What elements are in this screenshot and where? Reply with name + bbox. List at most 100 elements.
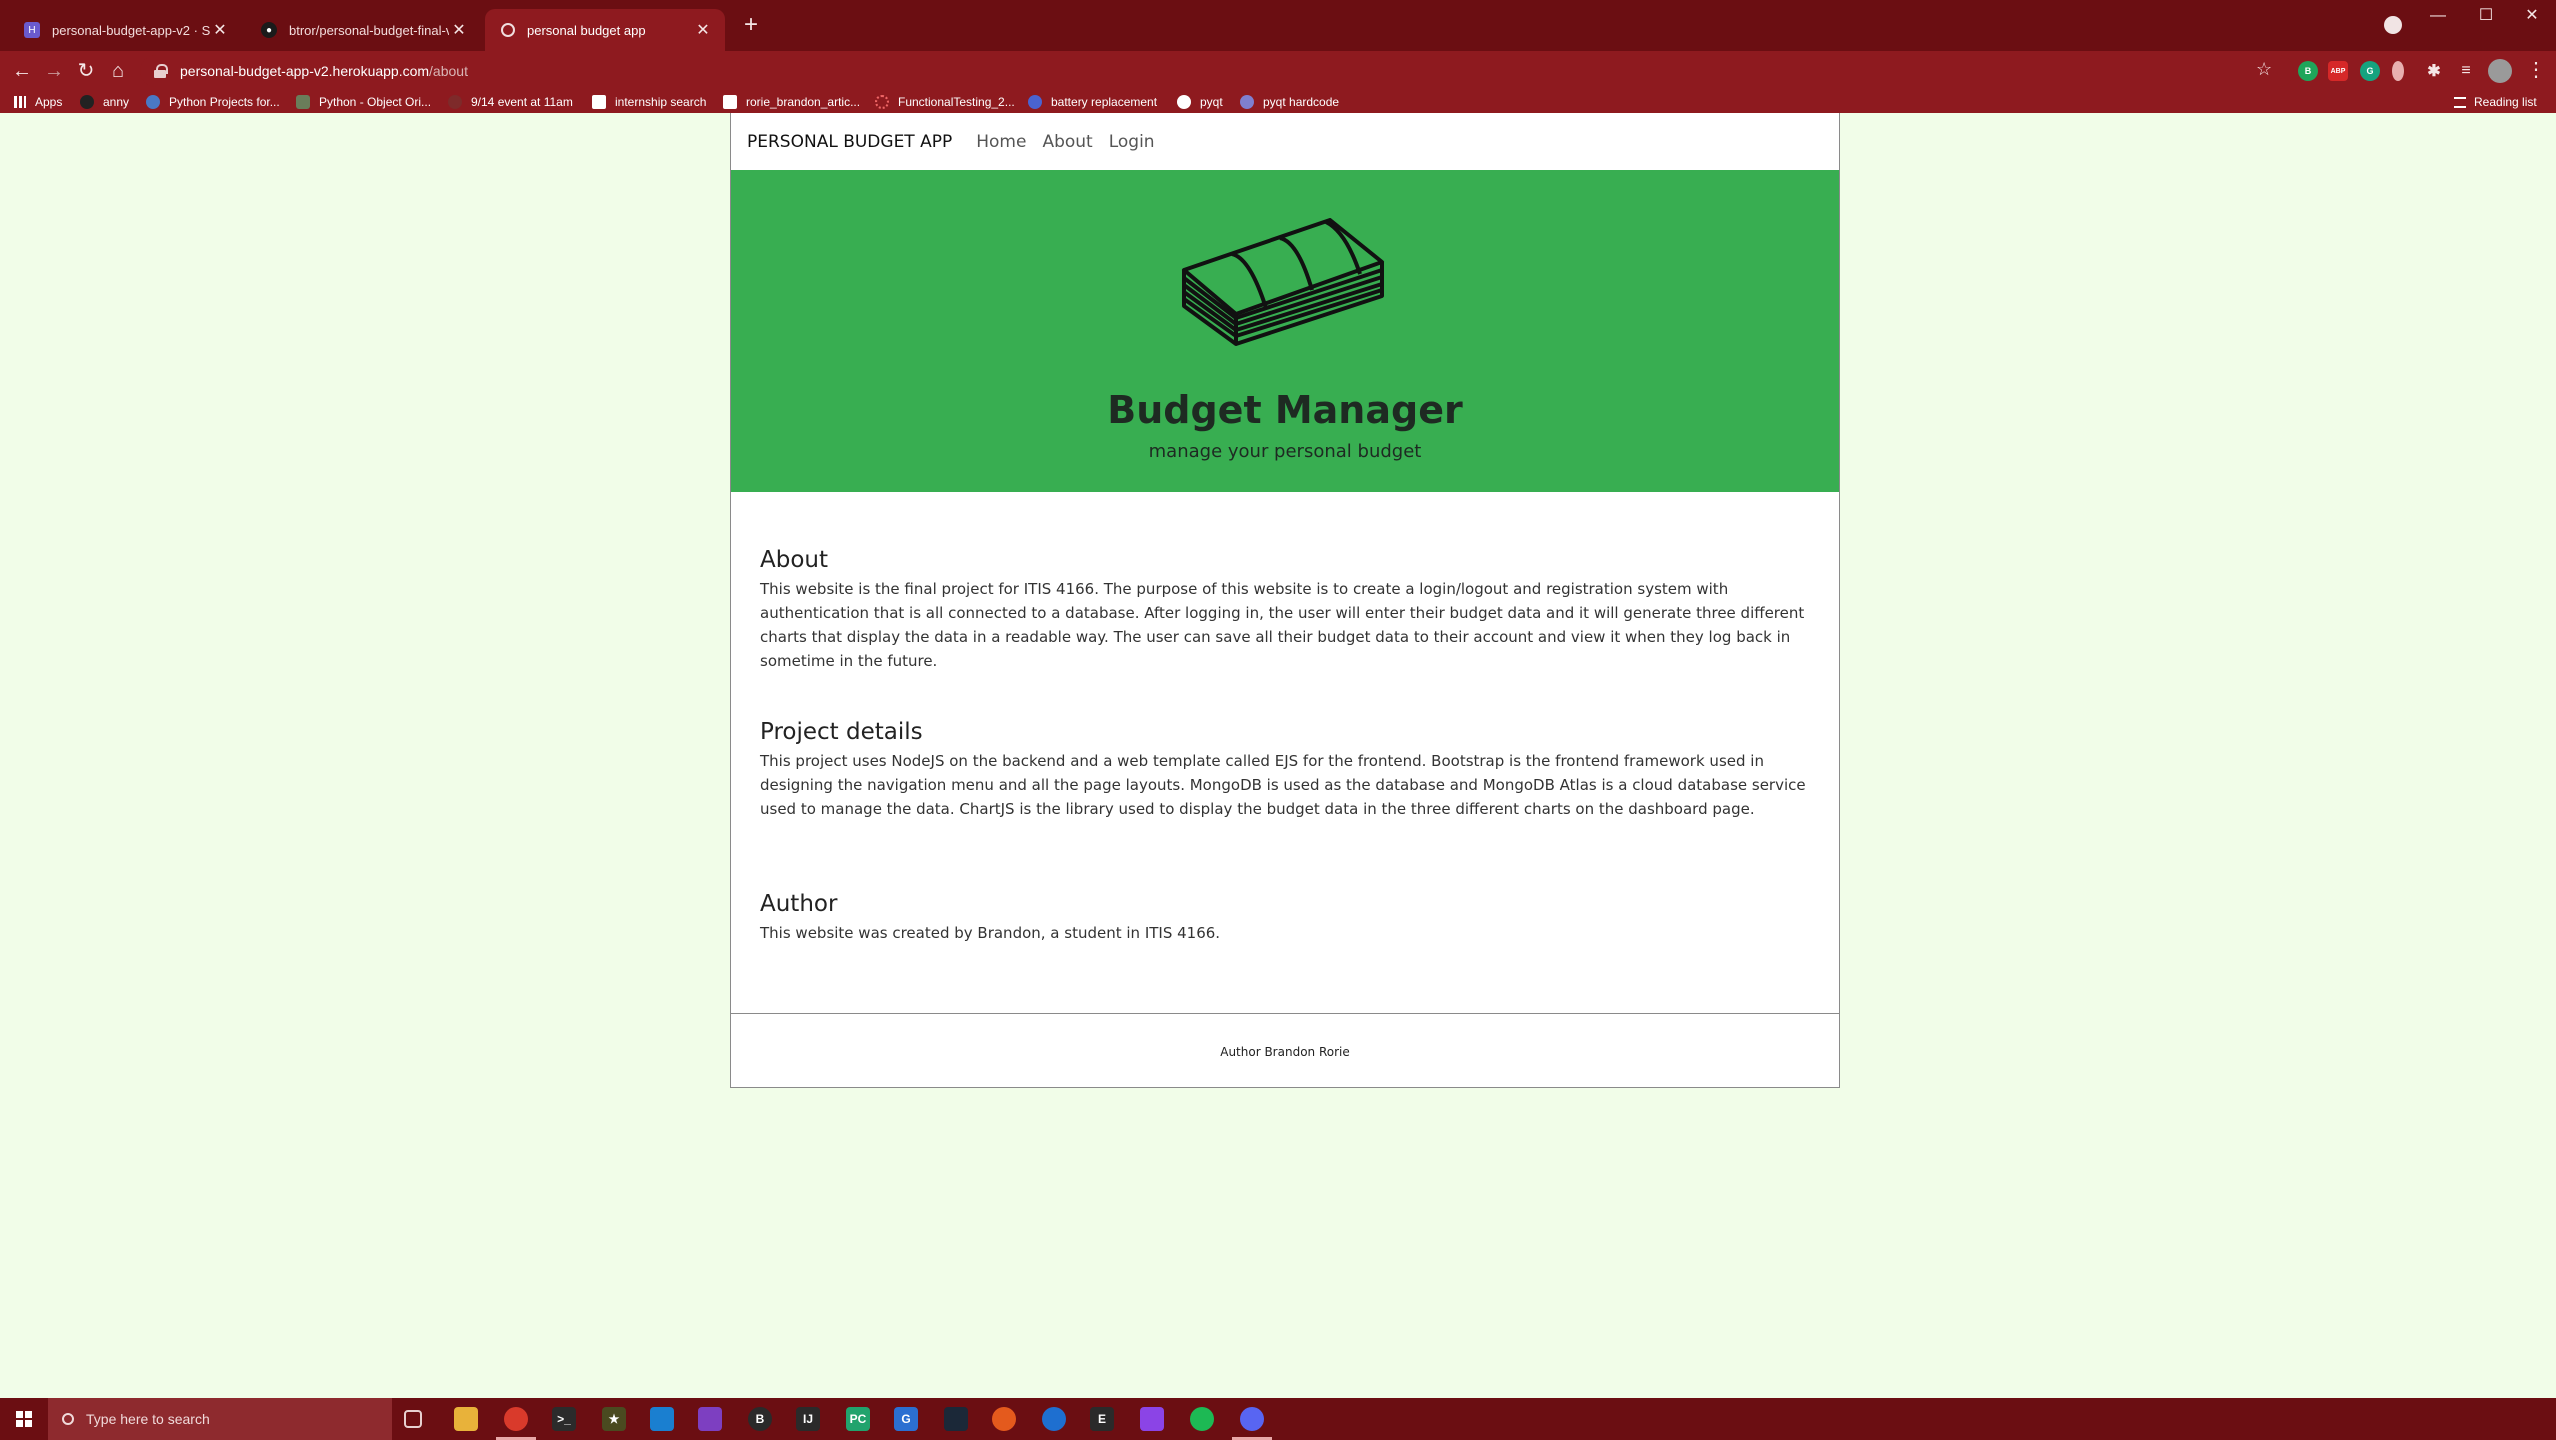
windows-logo-icon [16,1411,32,1427]
visual-studio-icon[interactable] [698,1407,722,1431]
terminal-icon[interactable]: >_ [552,1407,576,1431]
steam-icon[interactable] [944,1407,968,1431]
extension-icon[interactable] [2392,61,2404,81]
app-icon[interactable]: B [748,1407,772,1431]
twitch-icon[interactable] [1140,1407,1164,1431]
bookmark-item[interactable]: rorie_brandon_artic... [723,92,860,112]
tab-search-icon[interactable] [2384,16,2402,34]
section-body: This website is the final project for IT… [760,580,1805,670]
section-heading: Project details [760,719,923,745]
bookmark-icon [875,95,889,109]
page-container: PERSONAL BUDGET APP Home About Login Bud… [730,113,1840,1088]
chrome-icon[interactable] [504,1407,528,1431]
lock-icon [154,64,168,78]
close-icon[interactable]: ✕ [693,20,713,40]
spotify-icon[interactable] [1190,1407,1214,1431]
reload-button[interactable]: ↻ [72,57,100,85]
new-tab-button[interactable]: + [737,11,765,39]
tab-heroku-settings[interactable]: H personal-budget-app-v2 · Settings ✕ [8,9,242,51]
hero-subtitle: manage your personal budget [1148,441,1422,462]
forward-button[interactable]: → [40,57,68,85]
task-view-icon[interactable] [404,1410,422,1428]
bookmark-icon [296,95,310,109]
nav-link-home[interactable]: Home [976,132,1026,152]
heroku-icon: H [24,22,40,38]
vscode-icon[interactable] [650,1407,674,1431]
back-button[interactable]: ← [8,57,36,85]
bookmark-apps[interactable]: Apps [14,92,62,112]
epic-games-icon[interactable]: E [1090,1407,1114,1431]
bookmark-icon [80,95,94,109]
browser-toolbar: ← → ↻ ⌂ personal-budget-app-v2.herokuapp… [0,51,2556,91]
home-button[interactable]: ⌂ [104,57,132,85]
pycharm-icon[interactable]: PC [846,1407,870,1431]
footer-author: Author Brandon Rorie [1220,1045,1350,1059]
search-icon [62,1413,74,1425]
adblock-icon[interactable]: ABP [2328,61,2348,81]
bookmark-item[interactable]: pyqt hardcode [1240,92,1339,112]
maximize-button[interactable]: ☐ [2462,0,2510,32]
globe-icon [501,23,515,37]
navbar-brand[interactable]: PERSONAL BUDGET APP [747,132,952,152]
section-heading: About [760,547,829,573]
bookmark-item[interactable]: anny [80,92,129,112]
site-navbar: PERSONAL BUDGET APP Home About Login [731,113,1839,170]
close-icon[interactable]: ✕ [449,20,469,40]
hero-title: Budget Manager [1107,388,1463,432]
origin-icon[interactable] [992,1407,1016,1431]
extension-icon[interactable]: B [2298,61,2318,81]
bookmark-icon [1177,95,1191,109]
section-body: This website was created by Brandon, a s… [760,924,1221,942]
taskbar-search[interactable]: Type here to search [48,1398,392,1440]
document-icon [592,95,606,109]
bookmark-item[interactable]: 9/14 event at 11am [448,92,573,112]
author-section: Author This website was created by Brand… [760,891,1820,945]
bookmark-icon [146,95,160,109]
bookmark-star-icon[interactable]: ☆ [2256,59,2272,80]
hero-banner: Budget Manager manage your personal budg… [731,170,1839,492]
close-icon[interactable]: ✕ [210,20,230,40]
nav-link-about[interactable]: About [1042,132,1092,152]
bookmark-icon [448,95,462,109]
browser-tab-strip: H personal-budget-app-v2 · Settings ✕ ● … [0,0,2556,51]
bookmark-icon [1240,95,1254,109]
window-close-button[interactable]: ✕ [2508,0,2556,32]
start-button[interactable] [0,1398,48,1440]
media-icon[interactable]: ≡ [2456,61,2476,81]
avatar[interactable] [2488,59,2512,83]
money-stack-icon [1182,218,1384,346]
nav-link-login[interactable]: Login [1109,132,1155,152]
section-heading: Author [760,891,838,917]
tab-github-repo[interactable]: ● btror/personal-budget-final-v2: B ✕ [245,9,481,51]
battlenet-icon[interactable] [1042,1407,1066,1431]
footer-divider [731,1013,1839,1014]
app-icon[interactable]: ★ [602,1407,626,1431]
bookmark-item[interactable]: Python Projects for... [146,92,280,112]
bookmark-item[interactable]: battery replacement [1028,92,1157,112]
bookmark-item[interactable]: pyqt [1177,92,1223,112]
section-body: This project uses NodeJS on the backend … [760,752,1806,818]
grammarly-icon[interactable]: G [2360,61,2380,81]
bookmark-icon [1028,95,1042,109]
bookmark-item[interactable]: Python - Object Ori... [296,92,431,112]
document-icon [723,95,737,109]
minimize-button[interactable]: — [2414,0,2462,32]
intellij-icon[interactable]: IJ [796,1407,820,1431]
bookmark-item[interactable]: FunctionalTesting_2... [875,92,1015,112]
file-explorer-icon[interactable] [454,1407,478,1431]
bookmark-item[interactable]: internship search [592,92,706,112]
reading-list-icon [2454,96,2466,108]
reading-list-button[interactable]: Reading list [2454,92,2537,112]
menu-icon[interactable]: ⋮ [2526,57,2546,82]
about-section: About This website is the final project … [760,547,1820,673]
address-bar[interactable]: personal-budget-app-v2.herokuapp.com/abo… [140,55,2294,87]
discord-icon[interactable] [1240,1407,1264,1431]
github-icon: ● [261,22,277,38]
app-icon[interactable]: G [894,1407,918,1431]
puzzle-icon[interactable]: ✱ [2424,61,2444,81]
windows-taskbar: Type here to search >_ ★ B IJ PC G E [0,1398,2556,1440]
tab-personal-budget-app[interactable]: personal budget app ✕ [485,9,725,51]
bookmarks-bar: Apps anny Python Projects for... Python … [0,91,2556,113]
project-details-section: Project details This project uses NodeJS… [760,719,1820,821]
apps-grid-icon [14,96,26,108]
